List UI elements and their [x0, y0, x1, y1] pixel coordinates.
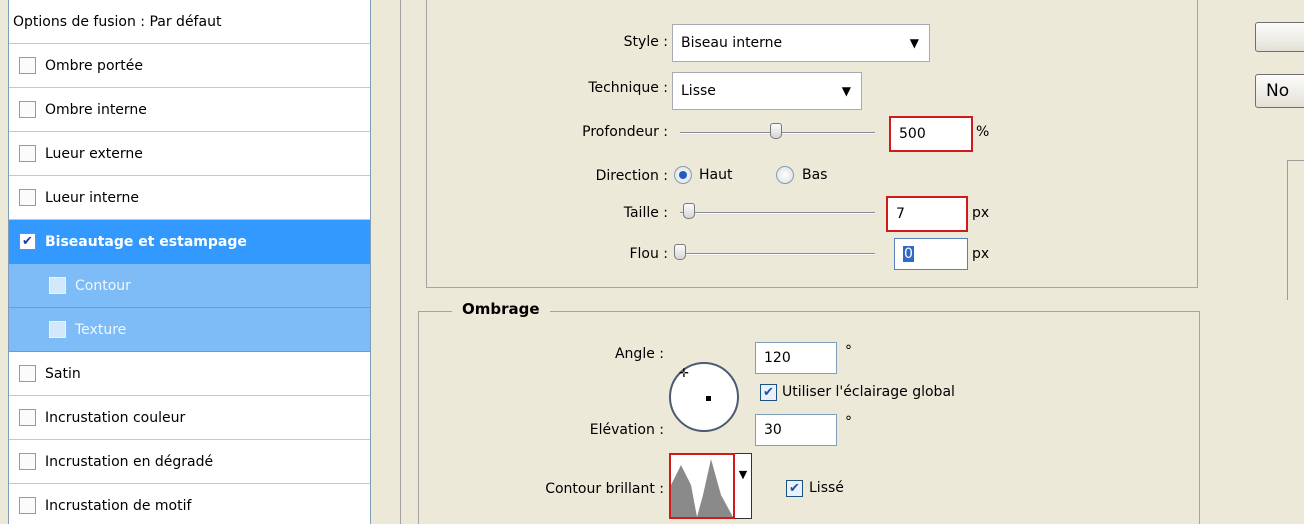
layer-style-list: Options de fusion : Par défaut Ombre por…	[8, 0, 371, 524]
style-label: Style :	[623, 34, 668, 50]
new-style-button-label: No	[1266, 81, 1290, 101]
depth-label: Profondeur :	[582, 124, 668, 140]
blending-options-label: Options de fusion : Par défaut	[13, 13, 222, 30]
angle-label: Angle :	[614, 346, 664, 362]
satin-checkbox[interactable]	[19, 365, 36, 382]
style-item-pattern-overlay[interactable]: Incrustation de motif	[9, 484, 370, 524]
crosshair-icon: ✛	[679, 366, 690, 380]
direction-label: Direction :	[595, 168, 668, 184]
altitude-label: Elévation :	[589, 422, 664, 438]
altitude-input[interactable]: 30	[755, 414, 837, 446]
soften-slider-thumb[interactable]	[674, 244, 686, 260]
technique-select[interactable]: Lisse ▼	[672, 72, 862, 110]
size-input[interactable]: 7	[886, 196, 968, 232]
antialias-label: Lissé	[809, 480, 844, 496]
style-item-outer-glow[interactable]: Lueur externe	[9, 132, 370, 176]
outer-glow-label: Lueur externe	[45, 145, 143, 162]
soften-label: Flou :	[629, 246, 668, 262]
bevel-emboss-checkbox[interactable]: ✔	[19, 233, 36, 250]
global-light-checkbox[interactable]: ✔	[760, 384, 777, 401]
direction-down-label: Bas	[802, 167, 828, 183]
size-value: 7	[896, 206, 905, 222]
angle-unit: °	[845, 343, 852, 359]
direction-up-label: Haut	[699, 167, 733, 183]
direction-down-radio[interactable]	[776, 166, 794, 184]
style-item-contour[interactable]: Contour	[9, 264, 370, 308]
style-item-drop-shadow[interactable]: Ombre portée	[9, 44, 370, 88]
style-preview-box	[1287, 160, 1304, 300]
inner-shadow-label: Ombre interne	[45, 101, 147, 118]
style-item-bevel-emboss[interactable]: ✔ Biseautage et estampage	[9, 220, 370, 264]
technique-label: Technique :	[588, 80, 668, 96]
style-item-gradient-overlay[interactable]: Incrustation en dégradé	[9, 440, 370, 484]
outer-glow-checkbox[interactable]	[19, 145, 36, 162]
shading-title: Ombrage	[452, 300, 550, 318]
style-item-texture[interactable]: Texture	[9, 308, 370, 352]
chevron-down-icon: ▼	[909, 36, 919, 50]
inner-shadow-checkbox[interactable]	[19, 101, 36, 118]
gradient-overlay-label: Incrustation en dégradé	[45, 453, 214, 470]
blending-options-item[interactable]: Options de fusion : Par défaut	[9, 0, 370, 44]
style-item-inner-shadow[interactable]: Ombre interne	[9, 88, 370, 132]
soften-unit: px	[972, 246, 990, 262]
angle-value: 120	[764, 350, 791, 366]
technique-select-value: Lisse	[681, 83, 716, 99]
direction-up-radio[interactable]	[674, 166, 692, 184]
angle-dial[interactable]: ✛	[669, 362, 739, 432]
style-select[interactable]: Biseau interne ▼	[672, 24, 930, 62]
altitude-value: 30	[764, 422, 782, 438]
radio-selected-dot	[679, 171, 687, 179]
color-overlay-checkbox[interactable]	[19, 409, 36, 426]
texture-checkbox[interactable]	[49, 321, 66, 338]
inner-glow-checkbox[interactable]	[19, 189, 36, 206]
size-slider-track[interactable]	[680, 212, 875, 215]
size-slider-thumb[interactable]	[683, 203, 695, 219]
inner-glow-label: Lueur interne	[45, 189, 139, 206]
color-overlay-label: Incrustation couleur	[45, 409, 186, 426]
gradient-overlay-checkbox[interactable]	[19, 453, 36, 470]
style-item-inner-glow[interactable]: Lueur interne	[9, 176, 370, 220]
depth-input[interactable]: 500	[889, 116, 973, 152]
depth-value: 500	[899, 126, 926, 142]
soften-slider-track[interactable]	[680, 253, 875, 256]
depth-unit: %	[976, 124, 990, 140]
panel-divider	[400, 0, 401, 524]
style-item-color-overlay[interactable]: Incrustation couleur	[9, 396, 370, 440]
contour-curve-icon	[671, 459, 733, 517]
new-style-button[interactable]: No	[1255, 74, 1304, 108]
pattern-overlay-label: Incrustation de motif	[45, 497, 192, 514]
satin-label: Satin	[45, 365, 81, 382]
soften-input[interactable]: 0	[894, 238, 968, 270]
contour-checkbox[interactable]	[49, 277, 66, 294]
drop-shadow-label: Ombre portée	[45, 57, 143, 74]
pattern-overlay-checkbox[interactable]	[19, 497, 36, 514]
chevron-down-icon: ▼	[841, 84, 851, 98]
gloss-contour-label: Contour brillant :	[545, 481, 664, 497]
chevron-down-icon: ▼	[738, 468, 748, 481]
texture-label: Texture	[75, 321, 127, 338]
gloss-contour-preview[interactable]	[669, 453, 735, 519]
soften-value: 0	[903, 246, 914, 262]
style-select-value: Biseau interne	[681, 35, 783, 51]
size-label: Taille :	[623, 205, 668, 221]
gloss-contour-dropdown[interactable]: ▼	[735, 453, 752, 519]
global-light-label: Utiliser l'éclairage global	[782, 384, 955, 400]
angle-input[interactable]: 120	[755, 342, 837, 374]
depth-slider-thumb[interactable]	[770, 123, 782, 139]
altitude-unit: °	[845, 414, 852, 430]
bevel-emboss-label: Biseautage et estampage	[45, 233, 247, 250]
ok-button[interactable]	[1255, 22, 1304, 52]
antialias-checkbox[interactable]: ✔	[786, 480, 803, 497]
drop-shadow-checkbox[interactable]	[19, 57, 36, 74]
size-unit: px	[972, 205, 990, 221]
contour-label: Contour	[75, 277, 131, 294]
style-item-satin[interactable]: Satin	[9, 352, 370, 396]
angle-indicator	[706, 396, 711, 401]
